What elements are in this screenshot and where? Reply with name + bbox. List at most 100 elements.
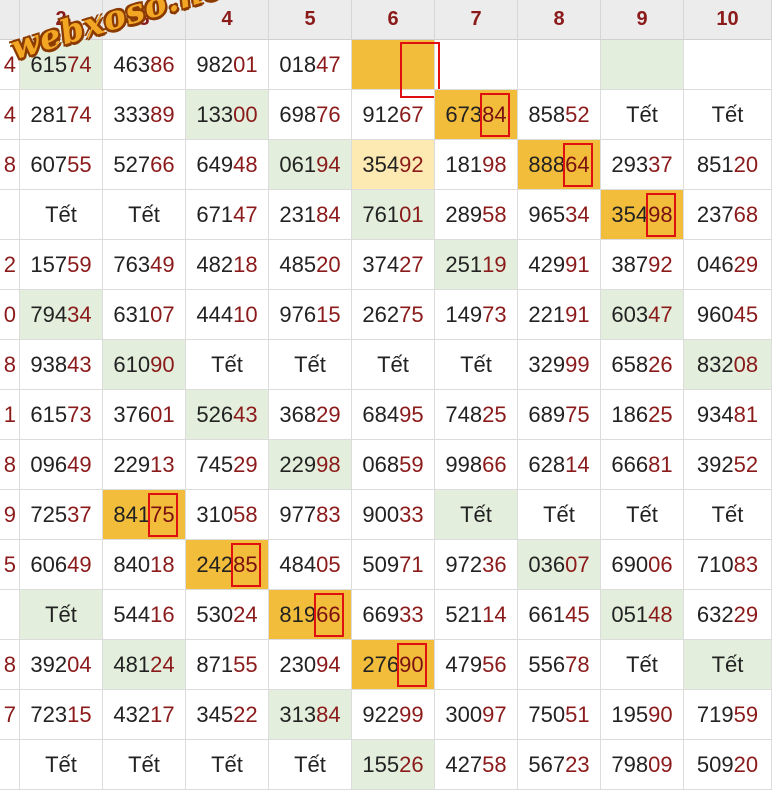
number-tail: 91	[565, 251, 590, 277]
table-cell: 484 05	[269, 540, 352, 590]
table-cell: Tết	[269, 340, 352, 390]
row-edge-cell: 8	[0, 640, 20, 690]
number-head: 181	[445, 151, 483, 177]
number-tail: 98	[482, 151, 507, 177]
number-head: 387	[611, 251, 649, 277]
table-cell: 710 83	[684, 540, 772, 590]
number-tail: 64	[565, 151, 590, 177]
number-tail: 58	[482, 751, 507, 777]
number-head: 960	[696, 301, 734, 327]
number-tail: 89	[150, 101, 175, 127]
number-head: 354	[611, 201, 649, 227]
table-cell: Tết	[186, 740, 269, 790]
cell-text: Tết	[128, 201, 160, 227]
number-head: 376	[113, 401, 151, 427]
number-head: 432	[113, 701, 151, 727]
number-tail: 15	[316, 301, 341, 327]
number-head: 046	[696, 251, 734, 277]
number-head: 485	[279, 251, 317, 277]
table-cell: 632 29	[684, 590, 772, 640]
table-cell: 479 56	[435, 640, 518, 690]
number-head: 748	[445, 401, 483, 427]
number-head: 368	[279, 401, 317, 427]
number-head: 482	[196, 251, 234, 277]
number-tail: 24	[233, 601, 258, 627]
table-cell: 289 58	[435, 190, 518, 240]
number-head: 719	[696, 701, 734, 727]
table-cell: 444 10	[186, 290, 269, 340]
table-cell: Tết	[20, 190, 103, 240]
number-tail: 84	[482, 101, 507, 127]
table-cell: 661 45	[518, 590, 601, 640]
table-cell: 603 47	[601, 290, 684, 340]
number-tail: 48	[648, 601, 673, 627]
number-head: 661	[528, 601, 566, 627]
number-tail: 52	[565, 101, 590, 127]
number-head: 632	[696, 601, 734, 627]
table-cell: 719 59	[684, 690, 772, 740]
number-tail: 52	[733, 451, 759, 477]
table-cell: 096 49	[20, 440, 103, 490]
number-head: 484	[279, 551, 317, 577]
number-tail: 29	[733, 601, 759, 627]
number-tail: 90	[399, 651, 424, 677]
number-head: 977	[279, 501, 317, 527]
table-cell: Tết	[684, 490, 772, 540]
number-head: 061	[279, 151, 317, 177]
number-head: 018	[279, 51, 317, 77]
table-cell: 666 81	[601, 440, 684, 490]
number-tail: 84	[316, 701, 341, 727]
number-head: 251	[445, 251, 483, 277]
number-head: 798	[611, 751, 649, 777]
number-head: 858	[528, 101, 566, 127]
column-header: 9	[601, 0, 684, 40]
table-cell: 262 75	[352, 290, 435, 340]
column-header: 8	[518, 0, 601, 40]
number-head: 615	[30, 401, 68, 427]
row-edge-cell	[0, 740, 20, 790]
table-cell: 649 48	[186, 140, 269, 190]
number-head: 658	[611, 351, 649, 377]
number-head: 310	[196, 501, 234, 527]
table-cell: 061 94	[269, 140, 352, 190]
cell-text: Tết	[377, 351, 409, 377]
number-head: 230	[279, 651, 317, 677]
number-head: 819	[279, 601, 317, 627]
cell-text: Tết	[711, 101, 744, 127]
table-cell: 354 92	[352, 140, 435, 190]
number-tail: 00	[233, 101, 258, 127]
number-head: 036	[528, 551, 566, 577]
table-cell: 631 07	[103, 290, 186, 340]
number-head: 723	[30, 701, 68, 727]
number-tail: 43	[67, 351, 92, 377]
row-edge-cell: 9	[0, 490, 20, 540]
table-cell: Tết	[518, 490, 601, 540]
row-edge-cell	[0, 590, 20, 640]
number-head: 444	[196, 301, 234, 327]
number-head: 934	[696, 401, 734, 427]
cell-text: Tết	[128, 751, 160, 777]
number-head: 750	[528, 701, 566, 727]
number-head: 606	[30, 551, 68, 577]
number-tail: 47	[233, 201, 258, 227]
table-cell: 155 26	[352, 740, 435, 790]
number-tail: 20	[316, 251, 341, 277]
number-tail: 75	[150, 501, 175, 527]
number-tail: 27	[399, 251, 424, 277]
table-cell	[684, 40, 772, 90]
table-cell: 965 34	[518, 190, 601, 240]
row-edge-digit: 7	[3, 701, 16, 727]
table-cell: 671 47	[186, 190, 269, 240]
table-cell: 725 37	[20, 490, 103, 540]
table-cell: 427 58	[435, 740, 518, 790]
table-cell: 485 20	[269, 240, 352, 290]
number-head: 690	[611, 551, 649, 577]
table-cell: 345 22	[186, 690, 269, 740]
cell-text: Tết	[460, 351, 492, 377]
number-tail: 01	[399, 201, 424, 227]
table-cell: 761 01	[352, 190, 435, 240]
number-tail: 75	[565, 401, 590, 427]
table-cell: Tết	[435, 490, 518, 540]
table-cell: 698 76	[269, 90, 352, 140]
number-tail: 98	[316, 451, 341, 477]
